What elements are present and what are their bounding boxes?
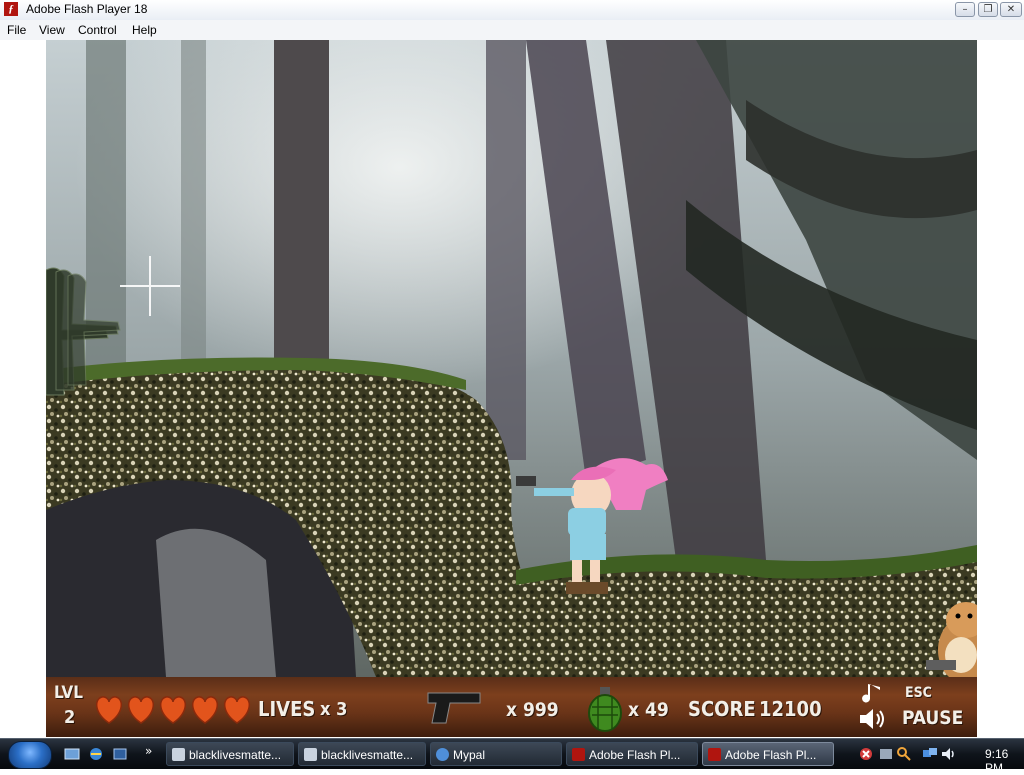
flash-player-icon bbox=[572, 748, 585, 761]
flash-player-icon bbox=[708, 748, 721, 761]
start-button[interactable] bbox=[8, 741, 52, 769]
menu-control[interactable]: Control bbox=[78, 23, 117, 37]
taskbar-clock[interactable]: 9:16 PM bbox=[985, 747, 1024, 775]
menu-bar: File View Control Help bbox=[0, 20, 1024, 40]
speaker-icon[interactable] bbox=[858, 707, 888, 731]
minimize-button[interactable]: – bbox=[955, 2, 975, 17]
score-label: SCORE bbox=[688, 697, 756, 721]
menu-file[interactable]: File bbox=[7, 23, 26, 37]
window-title: Adobe Flash Player 18 bbox=[26, 2, 148, 16]
task-button-blacklivesmatter-1[interactable]: blacklivesmatte... bbox=[166, 742, 294, 766]
task-button-label: blacklivesmatte... bbox=[321, 748, 414, 762]
lives-label: LIVES bbox=[258, 697, 316, 721]
quicklaunch-more[interactable]: » bbox=[145, 744, 152, 758]
ammo-count: x 999 bbox=[506, 699, 559, 721]
windows-taskbar: » blacklivesmatte... blacklivesmatte... … bbox=[0, 738, 1024, 775]
esc-label: ESC bbox=[905, 685, 932, 701]
mypal-icon bbox=[436, 748, 449, 761]
volume-icon[interactable] bbox=[940, 746, 956, 762]
maximize-button[interactable]: ❐ bbox=[978, 2, 998, 17]
grenade-icon bbox=[588, 687, 622, 732]
network-icon[interactable] bbox=[922, 746, 938, 762]
pause-button[interactable]: PAUSE bbox=[902, 707, 963, 729]
heart-icon bbox=[127, 696, 155, 724]
heart-icon bbox=[159, 696, 187, 724]
window-titlebar: ƒ Adobe Flash Player 18 – ❐ ✕ bbox=[0, 0, 1024, 21]
grenade-count: x 49 bbox=[628, 699, 669, 721]
task-button-blacklivesmatter-2[interactable]: blacklivesmatte... bbox=[298, 742, 426, 766]
task-button-label: Mypal bbox=[453, 748, 486, 762]
task-button-label: Adobe Flash Pl... bbox=[589, 748, 681, 762]
ie-browser-icon[interactable] bbox=[88, 746, 104, 762]
blocked-icon[interactable] bbox=[858, 746, 874, 762]
menu-help[interactable]: Help bbox=[132, 23, 157, 37]
switch-windows-icon[interactable] bbox=[112, 746, 128, 762]
forest-background bbox=[46, 40, 977, 677]
task-button-label: blacklivesmatte... bbox=[189, 748, 282, 762]
heart-icon bbox=[223, 696, 251, 724]
music-note-icon[interactable] bbox=[860, 681, 886, 707]
window-icon bbox=[304, 748, 317, 761]
game-stage[interactable] bbox=[46, 40, 977, 677]
game-hud: LVL 2 LIVES x 3 x 999 x 49 SCORE 12100 E… bbox=[46, 677, 977, 737]
task-button-label: Adobe Flash Pl... bbox=[725, 748, 817, 762]
level-value: 2 bbox=[64, 707, 76, 728]
flash-player-icon: ƒ bbox=[4, 2, 18, 16]
task-button-flash-1[interactable]: Adobe Flash Pl... bbox=[566, 742, 698, 766]
heart-icon bbox=[95, 696, 123, 724]
health-hearts bbox=[95, 696, 251, 724]
task-button-mypal[interactable]: Mypal bbox=[430, 742, 562, 766]
menu-view[interactable]: View bbox=[39, 23, 65, 37]
task-button-flash-2[interactable]: Adobe Flash Pl... bbox=[702, 742, 834, 766]
close-button[interactable]: ✕ bbox=[1000, 2, 1022, 17]
window-icon bbox=[172, 748, 185, 761]
show-desktop-icon[interactable] bbox=[64, 747, 80, 761]
lives-value: x 3 bbox=[320, 699, 348, 720]
score-value: 12100 bbox=[759, 697, 822, 721]
search-icon[interactable] bbox=[896, 746, 912, 762]
level-label: LVL bbox=[54, 683, 83, 703]
pistol-icon bbox=[427, 692, 481, 724]
heart-icon bbox=[191, 696, 219, 724]
network-tools-icon[interactable] bbox=[878, 746, 894, 762]
